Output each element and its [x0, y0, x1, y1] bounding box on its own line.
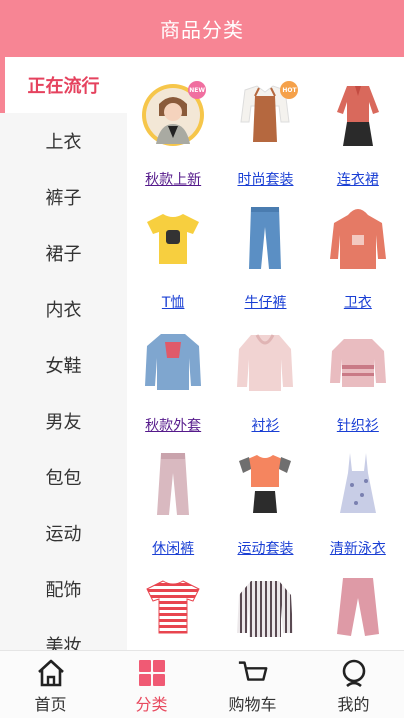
profile-icon [338, 657, 370, 689]
grid-item-jeans[interactable]: 牛仔裤 [219, 190, 311, 313]
tab-label: 我的 [337, 695, 370, 714]
striped-shirt-icon [230, 571, 300, 643]
hot-badge: HOT [280, 81, 299, 99]
sidebar-item-tops[interactable]: 上衣 [0, 113, 127, 169]
denim-jacket-icon [138, 325, 208, 397]
grid-item-autumn-coat[interactable]: 秋款外套 [127, 313, 219, 436]
dress-icon [323, 79, 393, 151]
tab-category[interactable]: 分类 [101, 651, 202, 718]
grid-item-fashion-set[interactable]: HOT 时尚套装 [219, 67, 311, 190]
grid-item-casual-pants[interactable]: 休闲裤 [127, 436, 219, 559]
grid-item-label[interactable]: 连衣裙 [337, 169, 379, 189]
product-grid: NEW 秋款上新 HOT 时尚套装 连衣裙 T恤 牛仔裤 卫衣 秋款外套 衬衫 … [127, 57, 404, 650]
sidebar-item-label: 裙子 [45, 244, 82, 265]
category-sidebar[interactable]: 正在流行 上衣 裤子 裙子 内衣 女鞋 男友 包包 运动 配饰 美妆 [0, 57, 127, 650]
grid-item-tshirt[interactable]: T恤 [127, 190, 219, 313]
grid-item-label[interactable]: 衬衫 [251, 415, 279, 435]
girl-jacket-photo-icon: NEW [138, 79, 208, 151]
sidebar-item-label: 配饰 [45, 580, 82, 601]
sidebar-item-label: 上衣 [45, 132, 82, 153]
grid-item-label[interactable]: 清新泳衣 [330, 538, 386, 558]
app: 商品分类 正在流行 上衣 裤子 裙子 内衣 女鞋 男友 包包 运动 配饰 美妆 [0, 0, 404, 718]
sidebar-item-boyfriend[interactable]: 男友 [0, 393, 127, 449]
tab-label: 分类 [135, 695, 168, 714]
sidebar-item-label: 正在流行 [27, 76, 100, 97]
sidebar-item-label: 包包 [45, 468, 82, 489]
product-grid-area[interactable]: NEW 秋款上新 HOT 时尚套装 连衣裙 T恤 牛仔裤 卫衣 秋款外套 衬衫 … [127, 57, 404, 650]
tshirt-icon [138, 202, 208, 274]
grid-item-hoodie[interactable]: 卫衣 [312, 190, 404, 313]
grid-item-dress[interactable]: 连衣裙 [312, 67, 404, 190]
sidebar-item-label: 男友 [45, 412, 82, 433]
sidebar-item-label: 女鞋 [45, 356, 82, 377]
striped-tshirt-icon [138, 571, 208, 643]
grid-item-label[interactable]: 时尚套装 [237, 169, 293, 189]
grid-item-label[interactable]: T恤 [162, 292, 185, 312]
sidebar-item-pants[interactable]: 裤子 [0, 169, 127, 225]
bottom-tab-bar: 首页 分类 购物车 我的 [0, 650, 404, 718]
grid-item-label[interactable]: 秋款上新 [145, 169, 201, 189]
category-icon [136, 657, 168, 689]
grid-item-label[interactable]: 运动套装 [237, 538, 293, 558]
tab-label: 首页 [34, 695, 67, 714]
sport-set-icon [230, 448, 300, 520]
grid-item-striped-shirt[interactable] [219, 559, 311, 650]
grid-item-pink-pants[interactable] [312, 559, 404, 650]
cart-icon [237, 657, 269, 689]
sidebar-item-skirts[interactable]: 裙子 [0, 225, 127, 281]
grid-item-blouse[interactable]: 衬衫 [219, 313, 311, 436]
sidebar-item-accessories[interactable]: 配饰 [0, 561, 127, 617]
tab-profile[interactable]: 我的 [303, 651, 404, 718]
knit-sweater-icon [323, 325, 393, 397]
grid-item-label[interactable]: 秋款外套 [145, 415, 201, 435]
grid-item-sport-set[interactable]: 运动套装 [219, 436, 311, 559]
sidebar-item-label: 运动 [45, 524, 82, 545]
grid-item-label[interactable]: 针织衫 [337, 415, 379, 435]
home-icon [35, 657, 67, 689]
sidebar-item-label: 美妆 [45, 636, 82, 650]
hoodie-icon [323, 202, 393, 274]
grid-item-knitwear[interactable]: 针织衫 [312, 313, 404, 436]
sidebar-item-sports[interactable]: 运动 [0, 505, 127, 561]
grid-item-label[interactable]: 休闲裤 [152, 538, 194, 558]
tab-home[interactable]: 首页 [0, 651, 101, 718]
swimsuit-icon [323, 448, 393, 520]
pink-pants-icon [323, 571, 393, 643]
grid-item-label[interactable]: 牛仔裤 [244, 292, 286, 312]
grid-item-autumn-new[interactable]: NEW 秋款上新 [127, 67, 219, 190]
sidebar-item-bags[interactable]: 包包 [0, 449, 127, 505]
blouse-icon [230, 325, 300, 397]
header-bar: 商品分类 [0, 0, 404, 57]
page-title: 商品分类 [160, 18, 244, 42]
grid-item-label[interactable]: 卫衣 [344, 292, 372, 312]
sidebar-item-underwear[interactable]: 内衣 [0, 281, 127, 337]
grid-item-striped-tshirt[interactable] [127, 559, 219, 650]
jeans-icon [230, 202, 300, 274]
tab-label: 购物车 [228, 695, 277, 714]
casual-pants-icon [138, 448, 208, 520]
sidebar-item-trending[interactable]: 正在流行 [0, 57, 127, 113]
tab-cart[interactable]: 购物车 [202, 651, 303, 718]
grid-item-swimsuit[interactable]: 清新泳衣 [312, 436, 404, 559]
sidebar-item-label: 内衣 [45, 300, 82, 321]
sidebar-item-label: 裤子 [45, 188, 82, 209]
sidebar-item-beauty[interactable]: 美妆 [0, 617, 127, 650]
fashion-set-icon: HOT [230, 79, 300, 151]
sidebar-item-womens-shoes[interactable]: 女鞋 [0, 337, 127, 393]
